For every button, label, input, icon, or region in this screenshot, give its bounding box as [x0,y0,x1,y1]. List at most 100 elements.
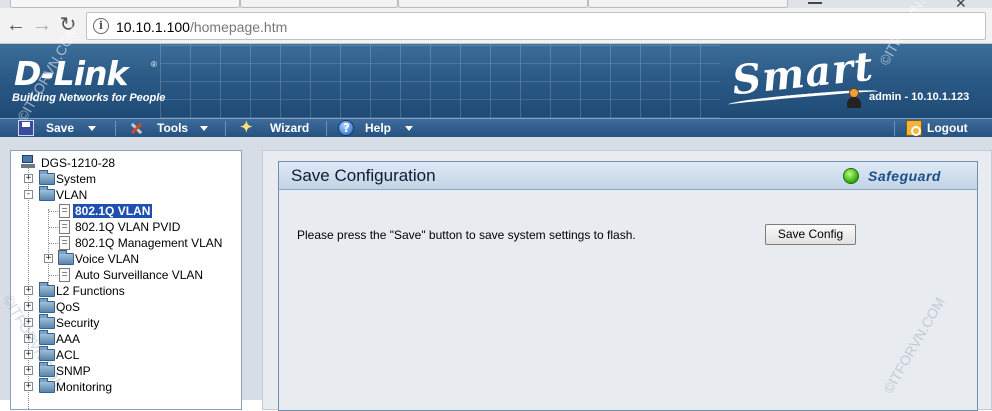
main-menubar: Save Tools Wizard Help Logout [0,118,992,137]
forward-arrow-icon[interactable]: → [30,14,54,38]
user-login-info: admin - 10.10.1.123 [869,91,970,103]
logout-key-icon [906,120,922,136]
tree-item-security[interactable]: + Security [24,314,224,331]
browser-tab[interactable] [398,0,588,8]
window-minimize-icon[interactable] [808,0,822,4]
safeguard-label: Safeguard [868,168,941,184]
tree-item-snmp[interactable]: + SNMP [24,362,224,379]
expand-icon[interactable]: + [24,350,33,359]
expand-icon[interactable]: + [24,318,33,327]
tools-menu-label: Tools [157,121,189,135]
expand-icon[interactable]: + [24,302,33,311]
browser-tab[interactable] [240,0,398,8]
folder-icon [58,250,74,265]
logout-button[interactable]: Logout [906,119,988,137]
menu-separator [894,121,895,136]
tree-item-acl[interactable]: + ACL [24,346,224,363]
tree-branch-line [49,243,58,244]
browser-tabstrip: ✕ [0,0,992,11]
tree-item-vlan[interactable]: - VLAN [24,186,224,203]
tree-item-label: Security [56,316,100,330]
chevron-down-icon [200,126,208,131]
tree-item-label: System [56,172,97,186]
tools-menu[interactable]: Tools [128,119,210,137]
collapse-icon[interactable]: - [24,190,33,199]
folder-icon [39,346,55,361]
tree-item-802-1q-vlan[interactable]: 802.1Q VLAN [44,203,234,219]
folder-icon [39,314,55,329]
tree-item-label: 802.1Q VLAN PVID [75,220,181,234]
header-banner: D-Link ® Building Networks for People Sm… [0,44,992,118]
expand-icon[interactable]: + [24,174,33,183]
tree-item-802-1q-vlan-pvid[interactable]: 802.1Q VLAN PVID [44,219,234,235]
reload-icon[interactable]: ↻ [56,14,80,38]
chevron-down-icon [88,126,96,131]
tree-item-monitoring[interactable]: + Monitoring [24,378,224,395]
tree-root[interactable]: DGS-1210-28 [21,155,221,171]
tree-item-label: VLAN [56,188,88,202]
tree-item-label: L2 Functions [56,284,125,298]
save-menu[interactable]: Save [18,119,100,137]
main-body: DGS-1210-28 + System - VLAN 802.1Q VLAN … [0,137,992,411]
tree-branch-line [49,275,58,276]
save-instruction-text: Please press the "Save" button to save s… [297,228,636,242]
tree-item-l2-functions[interactable]: + L2 Functions [24,282,224,299]
page-info-icon[interactable]: i [93,18,109,34]
page-title: Save Configuration [291,166,436,185]
logout-label: Logout [927,121,968,135]
expand-icon[interactable]: + [44,254,53,263]
menu-separator [225,121,226,136]
browser-toolbar: ← → ↻ i 10.10.1.100/homepage.htm [0,8,992,44]
tree-item-aaa[interactable]: + AAA [24,330,224,347]
safeguard-status-icon [843,168,859,184]
help-icon [338,120,354,136]
page-icon [59,236,70,250]
expand-icon[interactable]: + [24,366,33,375]
folder-icon [39,330,55,345]
tree-branch-line [49,211,58,212]
tree-item-label-selected: 802.1Q VLAN [73,204,153,218]
expand-icon[interactable]: + [24,382,33,391]
page-icon [59,204,70,218]
folder-icon [39,362,55,377]
tree-item-label: Voice VLAN [75,252,140,266]
panel-header: Save Configuration Safeguard [279,162,977,190]
folder-icon [39,282,55,297]
tree-item-label: 802.1Q Management VLAN [75,236,223,250]
browser-tab[interactable] [588,0,788,8]
address-url[interactable]: 10.10.1.100/homepage.htm [116,19,287,35]
help-menu-label: Help [365,121,392,135]
tree-item-auto-surveillance-vlan[interactable]: Auto Surveillance VLAN [44,267,240,283]
switch-icon [21,155,35,169]
wizard-menu[interactable]: Wizard [240,118,320,137]
tree-item-system[interactable]: + System [24,170,224,187]
tools-icon [128,120,144,136]
page-icon [59,220,70,234]
help-menu[interactable]: Help [338,119,418,137]
save-config-button[interactable]: Save Config [765,224,856,245]
menu-separator [115,121,116,136]
function-tree: DGS-1210-28 + System - VLAN 802.1Q VLAN … [10,150,242,410]
folder-open-icon [39,186,55,201]
tree-item-label: QoS [56,300,81,314]
banner-background-pattern [160,44,720,118]
expand-icon[interactable]: + [24,334,33,343]
expand-icon[interactable]: + [24,286,33,295]
back-arrow-icon[interactable]: ← [4,14,28,38]
trademark-mark: ® [151,60,157,69]
tree-branch-line [49,227,58,228]
chevron-down-icon [405,126,413,131]
tree-item-label: Monitoring [56,380,113,394]
tree-item-label: Auto Surveillance VLAN [75,268,204,282]
browser-tab-active[interactable] [10,0,240,8]
wizard-wand-icon [240,118,256,136]
tree-item-label: AAA [56,332,81,346]
tree-item-qos[interactable]: + QoS [24,298,224,315]
url-host: 10.10.1.100 [116,19,190,35]
address-bar[interactable]: i 10.10.1.100/homepage.htm [86,12,986,40]
folder-icon [39,298,55,313]
folder-icon [39,170,55,185]
tree-item-voice-vlan[interactable]: + Voice VLAN [44,250,234,267]
tree-item-802-1q-management-vlan[interactable]: 802.1Q Management VLAN [44,235,240,251]
save-menu-label: Save [46,121,75,135]
